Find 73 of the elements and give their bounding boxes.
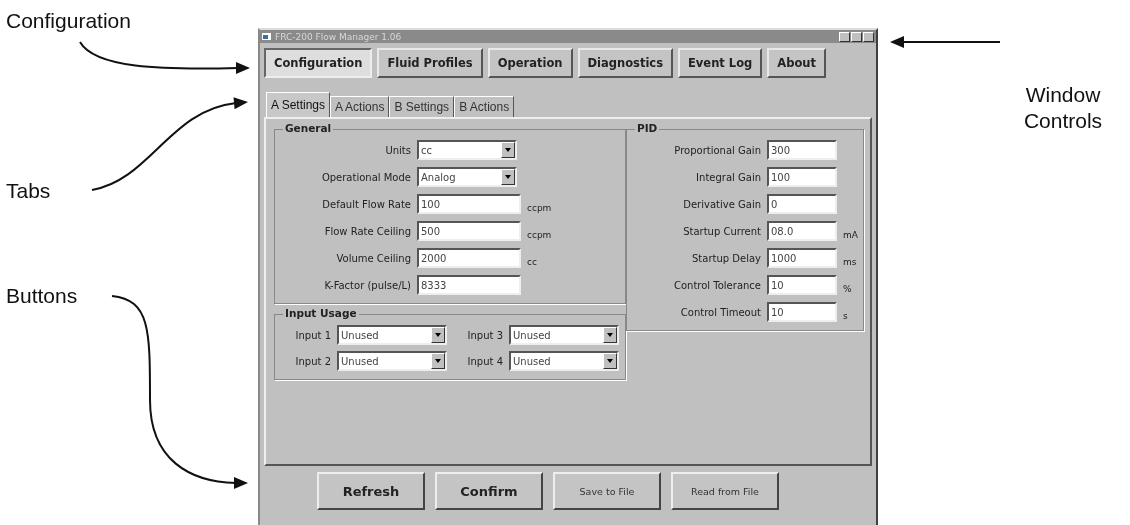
unit-label: ccpm xyxy=(527,229,553,240)
tab[interactable]: A Actions xyxy=(330,96,390,117)
unit-label: s xyxy=(843,310,849,321)
field-label: Control Timeout xyxy=(679,306,761,318)
action-button[interactable]: Save to File xyxy=(553,472,661,510)
field-label: Flow Rate Ceiling xyxy=(323,225,411,237)
group-title: Input Usage xyxy=(283,307,359,319)
text-field[interactable]: 08.0 xyxy=(767,221,837,241)
field-label: Control Tolerance xyxy=(673,279,761,291)
callout-label: Configuration xyxy=(6,8,131,34)
unit-label: cc xyxy=(527,256,538,267)
field-label: K-Factor (pulse/L) xyxy=(323,279,411,291)
text-field[interactable]: 1000 xyxy=(767,248,837,268)
tab[interactable]: Configuration xyxy=(264,48,373,78)
tab[interactable]: A Settings xyxy=(266,92,331,117)
field-label: Input 3 xyxy=(466,329,503,341)
dropdown-arrow-icon xyxy=(435,333,441,337)
dropdown[interactable]: Unused xyxy=(337,325,447,345)
action-button[interactable]: Read from File xyxy=(671,472,779,510)
app-icon xyxy=(262,32,271,41)
field-label: Derivative Gain xyxy=(682,198,761,210)
close-button[interactable] xyxy=(863,31,874,42)
tab[interactable]: About xyxy=(767,48,827,78)
field-label: Proportional Gain xyxy=(673,144,761,156)
tab[interactable]: Operation xyxy=(487,48,573,78)
callout-label: Tabs xyxy=(6,178,51,204)
dropdown[interactable]: Analog xyxy=(417,167,517,187)
dropdown[interactable]: Unused xyxy=(509,351,619,371)
action-button[interactable]: Refresh xyxy=(317,472,425,510)
unit-label: ms xyxy=(843,256,858,267)
field-label: Startup Current xyxy=(682,225,761,237)
dropdown-arrow-icon xyxy=(505,175,511,179)
text-field[interactable]: 100 xyxy=(767,167,837,187)
dropdown[interactable]: Unused xyxy=(337,351,447,371)
tab[interactable]: B Settings xyxy=(389,96,455,117)
unit-label: % xyxy=(843,283,853,294)
dropdown-arrow-icon xyxy=(607,333,613,337)
tab[interactable]: B Actions xyxy=(454,96,515,117)
dropdown[interactable]: Unused xyxy=(509,325,619,345)
dropdown-arrow-icon xyxy=(435,359,441,363)
text-field[interactable]: 0 xyxy=(767,194,837,214)
callout-label: Buttons xyxy=(6,283,78,309)
group-title: General xyxy=(283,122,334,134)
text-field[interactable]: 100 xyxy=(417,194,521,214)
dropdown-arrow-icon xyxy=(607,359,613,363)
unit-label: mA xyxy=(843,229,858,240)
tab[interactable]: Fluid Profiles xyxy=(377,48,483,78)
text-field[interactable]: 10 xyxy=(767,275,837,295)
tab[interactable]: Diagnostics xyxy=(577,48,673,78)
field-label: Volume Ceiling xyxy=(335,252,411,264)
field-label: Input 4 xyxy=(466,355,503,367)
group-title: PID xyxy=(635,122,660,134)
field-label: Integral Gain xyxy=(695,171,761,183)
field-label: Operational Mode xyxy=(320,171,411,183)
field-label: Units xyxy=(384,144,411,156)
maximize-button[interactable] xyxy=(851,31,862,42)
text-field[interactable]: 2000 xyxy=(417,248,521,268)
dropdown[interactable]: cc xyxy=(417,140,517,160)
tab[interactable]: Event Log xyxy=(678,48,763,78)
field-label: Input 2 xyxy=(294,355,331,367)
text-field[interactable]: 10 xyxy=(767,302,837,322)
text-field[interactable]: 300 xyxy=(767,140,837,160)
unit-label: ccpm xyxy=(527,202,553,213)
dropdown-arrow-icon xyxy=(505,148,511,152)
text-field[interactable]: 500 xyxy=(417,221,521,241)
window-title: FRC-200 Flow Manager 1.06 xyxy=(275,31,403,42)
field-label: Input 1 xyxy=(294,329,331,341)
action-button[interactable]: Confirm xyxy=(435,472,543,510)
callout-label: Window Controls xyxy=(1022,82,1104,135)
field-label: Default Flow Rate xyxy=(321,198,411,210)
text-field[interactable]: 8333 xyxy=(417,275,521,295)
minimize-button[interactable] xyxy=(839,31,850,42)
field-label: Startup Delay xyxy=(691,252,761,264)
